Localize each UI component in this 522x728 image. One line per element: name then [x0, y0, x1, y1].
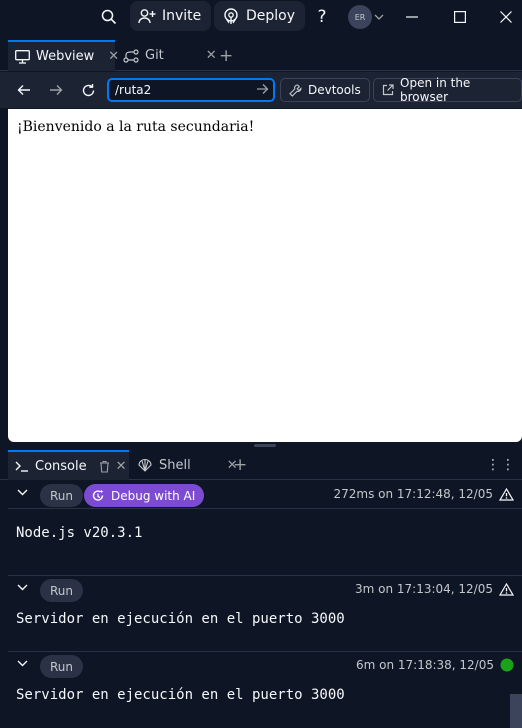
- webview-nav-bar: Devtools Open in the browser: [0, 72, 522, 108]
- close-icon[interactable]: [494, 0, 518, 33]
- run-button[interactable]: Run: [40, 579, 84, 602]
- tab-console-label: Console: [35, 458, 87, 474]
- run-meta: 272ms on 17:12:48, 12/05: [333, 487, 514, 501]
- chevron-down-icon[interactable]: [17, 584, 28, 591]
- devtools-button[interactable]: Devtools: [280, 78, 370, 102]
- open-in-browser-button[interactable]: Open in the browser: [373, 76, 522, 104]
- avatar-initials: ER: [354, 12, 366, 22]
- url-bar[interactable]: [107, 78, 275, 102]
- tab-git-label: Git: [145, 48, 164, 63]
- run-meta-text: 3m on 17:13:04, 12/05: [354, 582, 493, 596]
- arrow-right-icon[interactable]: [256, 83, 269, 95]
- add-tab-icon[interactable]: +: [219, 40, 233, 71]
- console-output: Node.js v20.3.1: [16, 525, 143, 541]
- open-in-browser-label: Open in the browser: [400, 76, 471, 104]
- tab-webview-label: Webview: [36, 49, 95, 64]
- warning-icon: [499, 582, 514, 596]
- url-input[interactable]: [115, 83, 245, 97]
- devtools-label: Devtools: [308, 83, 361, 97]
- close-tab-icon[interactable]: ✕: [116, 459, 127, 474]
- git-icon: [123, 48, 139, 63]
- console-scrollbar[interactable]: [510, 694, 522, 728]
- more-options-icon[interactable]: ⋮⋮: [486, 450, 516, 480]
- chevron-down-icon[interactable]: [17, 489, 28, 496]
- warning-icon: [499, 487, 514, 501]
- invite-label: Invite: [162, 8, 202, 24]
- console-tab-bar: Console ✕ Shell ✕ + ⋮⋮: [0, 450, 522, 480]
- deploy-label: Deploy: [246, 8, 296, 24]
- debug-label: Debug with AI: [111, 488, 196, 503]
- add-user-icon: [138, 8, 156, 24]
- run-meta: 3m on 17:13:04, 12/05: [355, 582, 514, 596]
- add-tab-icon[interactable]: +: [233, 450, 247, 480]
- console-run-header: Run Debug with AI 272ms on 17:12:48, 12/…: [0, 481, 522, 511]
- chevron-down-icon[interactable]: [373, 0, 385, 33]
- avatar[interactable]: ER: [348, 5, 372, 29]
- console-run-header: Run 3m on 17:13:04, 12/05: [0, 576, 522, 606]
- external-link-icon: [382, 84, 394, 96]
- tab-git[interactable]: Git ✕: [120, 40, 217, 71]
- reload-icon[interactable]: [79, 81, 97, 99]
- left-resize-strip[interactable]: [0, 40, 8, 728]
- console-run-header: Run 6m on 17:18:38, 12/05: [0, 652, 522, 682]
- divider: [8, 508, 522, 509]
- back-icon[interactable]: [15, 81, 33, 99]
- help-icon[interactable]: ?: [312, 0, 332, 33]
- search-icon[interactable]: [98, 0, 120, 33]
- run-meta-text: 6m on 17:18:38, 12/05: [355, 658, 494, 672]
- tab-shell[interactable]: Shell ✕: [134, 450, 238, 480]
- maximize-icon[interactable]: [448, 0, 472, 33]
- trash-icon[interactable]: [99, 460, 110, 473]
- terminal-icon: [15, 460, 29, 472]
- console-output: Servidor en ejecución en el puerto 3000: [16, 611, 345, 627]
- forward-icon[interactable]: [47, 81, 65, 99]
- run-button[interactable]: Run: [40, 484, 84, 507]
- status-dot-icon: [500, 658, 514, 672]
- webview-content[interactable]: ¡Bienvenido a la ruta secundaria!: [8, 109, 522, 442]
- minimize-icon[interactable]: [400, 0, 424, 33]
- run-button[interactable]: Run: [40, 655, 84, 678]
- monitor-icon: [15, 49, 30, 64]
- tab-console[interactable]: Console ✕: [8, 450, 129, 480]
- deploy-icon: [222, 7, 240, 25]
- close-tab-icon[interactable]: ✕: [206, 48, 217, 63]
- console-output: Servidor en ejecución en el puerto 3000: [16, 687, 345, 703]
- ai-icon: [91, 489, 105, 503]
- title-bar: Invite Deploy ? ER: [0, 0, 522, 33]
- webview-tab-bar: Webview ✕ Git ✕ +: [0, 40, 522, 71]
- pane-resize-handle[interactable]: [254, 444, 276, 447]
- tab-webview[interactable]: Webview ✕: [8, 40, 119, 71]
- page-text: ¡Bienvenido a la ruta secundaria!: [17, 119, 255, 135]
- wrench-icon: [289, 83, 302, 97]
- tab-shell-label: Shell: [159, 457, 191, 473]
- deploy-button[interactable]: Deploy: [214, 1, 306, 31]
- run-meta: 6m on 17:18:38, 12/05: [356, 658, 514, 672]
- chevron-down-icon[interactable]: [17, 660, 28, 667]
- debug-with-ai-button[interactable]: Debug with AI: [84, 484, 205, 507]
- shell-icon: [137, 458, 153, 472]
- run-meta-text: 272ms on 17:12:48, 12/05: [333, 487, 493, 501]
- close-tab-icon[interactable]: ✕: [108, 49, 119, 64]
- invite-button[interactable]: Invite: [130, 1, 212, 31]
